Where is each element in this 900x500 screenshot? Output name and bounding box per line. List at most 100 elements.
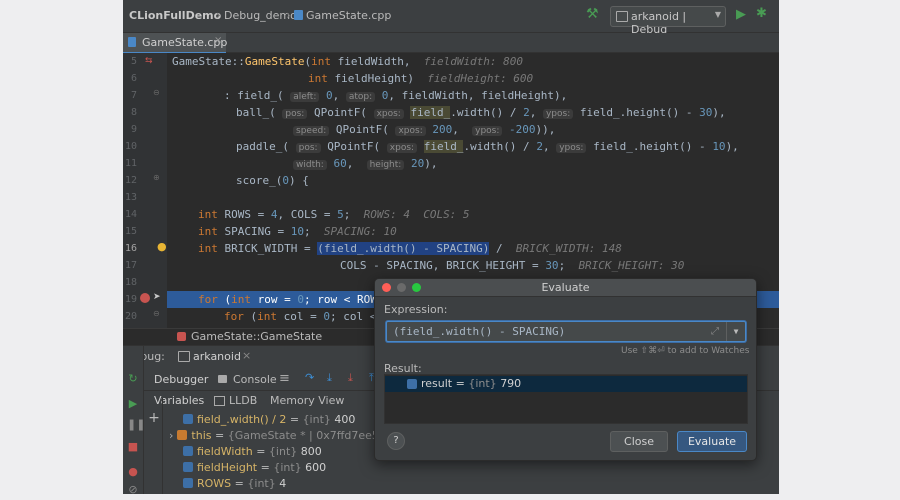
result-value: 790 [500,377,522,390]
chevron-right-icon[interactable]: › [169,429,173,442]
fold-marker-icon[interactable]: ⊕ [153,173,160,182]
selected-expression[interactable]: (field_.width() - SPACING) [317,242,490,255]
variable-icon [183,462,193,472]
inline-value-hint: BRICK_HEIGHT: 30 [578,259,685,272]
close-button[interactable]: Close [610,431,668,452]
resume-icon[interactable]: ▶ [127,398,139,410]
minimize-window-icon[interactable] [397,283,406,292]
dialog-title-bar[interactable]: Evaluate [375,279,756,297]
code-line-16[interactable]: int BRICK_WIDTH = (field_.width() - SPAC… [198,240,622,257]
zoom-window-icon[interactable] [412,283,421,292]
rerun-icon[interactable]: ↻ [127,373,139,385]
result-tree[interactable]: result = {int} 790 [384,374,748,424]
code-token: QPointF( [313,106,367,119]
code-line-20[interactable]: for (int col = 0; col < [224,308,376,325]
execution-point-icon: ➤ [153,292,161,302]
console-icon [218,375,227,383]
code-token: 30 [545,259,559,272]
help-button[interactable]: ? [387,432,405,450]
step-over-icon[interactable]: ↷ [305,371,314,384]
code-token: , [332,89,340,102]
code-token: int [198,242,218,255]
fold-marker-icon[interactable]: ⊖ [153,88,160,97]
code-line-12[interactable]: score_(0) { [236,172,309,189]
code-token: , [529,106,537,119]
variable-type: {int} [273,461,302,474]
code-line-7[interactable]: : field_( aleft: 0, atop: 0, fieldWidth,… [224,87,567,104]
view-breakpoints-icon[interactable]: ● [127,466,139,478]
tab-gamestate-cpp[interactable]: GameState.cpp × [123,33,227,54]
variable-value: 800 [300,445,322,458]
debug-bug-icon[interactable]: ✱ [756,6,767,21]
chevron-right-icon: › [286,8,291,22]
code-token: 200 [432,123,453,136]
navigation-bar: CLionFullDemo › Debug_demo › GameState.c… [123,0,779,36]
code-token: 30 [699,106,713,119]
run-configuration-selector[interactable]: arkanoid | Debug ▼ [610,6,726,36]
pause-icon[interactable]: ❚❚ [127,419,145,431]
tab-memory-view[interactable]: Memory View [270,394,344,407]
step-into-icon[interactable]: ⤓ [327,371,332,385]
menu-icon[interactable]: ≡ [279,371,290,386]
breadcrumb-file-label: GameState.cpp [306,9,392,22]
parameter-hint: xpos: [373,109,404,119]
variable-row[interactable]: fieldHeight = {int} 600 [183,460,326,476]
editor-gutter[interactable]: 5 6 7 8 9 10 11 12 13 14 15 16 17 18 19 … [123,53,167,328]
override-marker-icon[interactable]: ⇆ [145,56,153,66]
close-icon[interactable]: × [214,35,222,46]
close-icon[interactable]: × [242,349,251,362]
code-line-8[interactable]: ball_( pos: QPointF( xpos: field_.width(… [236,104,726,121]
code-line-10[interactable]: paddle_( pos: QPointF( xpos: field_.widt… [236,138,739,155]
variable-row[interactable]: field_.width() / 2 = {int} 400 [183,412,355,428]
expression-input[interactable]: (field_.width() - SPACING) ⤢ ▼ [386,321,746,342]
code-breadcrumb[interactable]: GameState::GameState [191,330,322,343]
pointer-icon [177,430,188,440]
variable-name: fieldHeight [197,461,258,474]
mute-breakpoints-icon[interactable]: ⊘ [127,484,139,495]
lightbulb-icon[interactable]: ● [157,240,167,253]
code-token: ; row < ROW [303,293,377,306]
fold-marker-icon[interactable]: ⊖ [153,309,160,318]
code-line-5[interactable]: GameState::GameState(int fieldWidth, fie… [172,53,523,70]
parameter-hint: height: [366,160,405,170]
breadcrumb-project[interactable]: CLionFullDemo [129,9,221,22]
result-row[interactable]: result = {int} 790 [385,376,747,392]
code-line-6[interactable]: int fieldHeight) fieldHeight: 600 [308,70,533,87]
force-step-into-icon[interactable]: ⤓ [348,371,353,385]
code-token: ; [343,208,351,221]
variable-value: 400 [334,413,356,426]
code-token: , fieldWidth, fieldHeight), [388,89,568,102]
tab-lldb[interactable]: LLDB [229,394,257,407]
variable-type: {GameState * | 0x7ffd7ee5a [227,429,386,442]
code-token: GameState:: [172,55,245,68]
variable-row[interactable]: ROWS = {int} 4 [183,476,286,492]
add-watch-icon[interactable]: + [148,411,160,425]
code-token: int [198,208,218,221]
tab-debugger[interactable]: Debugger [154,373,208,386]
tab-console[interactable]: Console [233,373,277,386]
close-window-icon[interactable] [382,283,391,292]
parameter-hint: speed: [293,126,330,136]
build-hammer-icon[interactable]: ⚒ [586,6,599,22]
variable-row[interactable]: fieldWidth = {int} 800 [183,444,322,460]
debug-session-tab[interactable]: arkanoid [193,350,241,363]
code-token: 10 [712,140,726,153]
evaluate-button[interactable]: Evaluate [677,431,747,452]
code-line-9[interactable]: speed: QPointF( xpos: 200, ypos: -200)), [293,121,555,138]
breakpoint-icon[interactable] [140,293,150,303]
variable-icon [183,446,193,456]
code-line-19[interactable]: for (int row = 0; row < ROW [198,291,377,308]
parameter-hint: ypos: [556,143,587,153]
code-line-17[interactable]: COLS - SPACING, BRICK_HEIGHT = 30; BRICK… [340,257,684,274]
history-dropdown-icon[interactable]: ▼ [726,322,745,341]
variable-row[interactable]: › this = {GameState * | 0x7ffd7ee5a [169,428,386,444]
expand-icon[interactable]: ⤢ [711,322,719,341]
code-line-11[interactable]: width: 60, height: 20), [293,155,437,172]
breadcrumb-file[interactable]: GameState.cpp [294,9,391,22]
run-icon[interactable]: ▶ [736,7,746,22]
expression-text: (field_.width() - SPACING) [393,325,566,338]
stop-icon[interactable]: ■ [127,441,139,453]
code-line-15[interactable]: int SPACING = 10; SPACING: 10 [198,223,397,240]
code-line-14[interactable]: int ROWS = 4, COLS = 5; ROWS: 4 COLS: 5 [198,206,470,223]
line-number: 5 [130,56,137,67]
